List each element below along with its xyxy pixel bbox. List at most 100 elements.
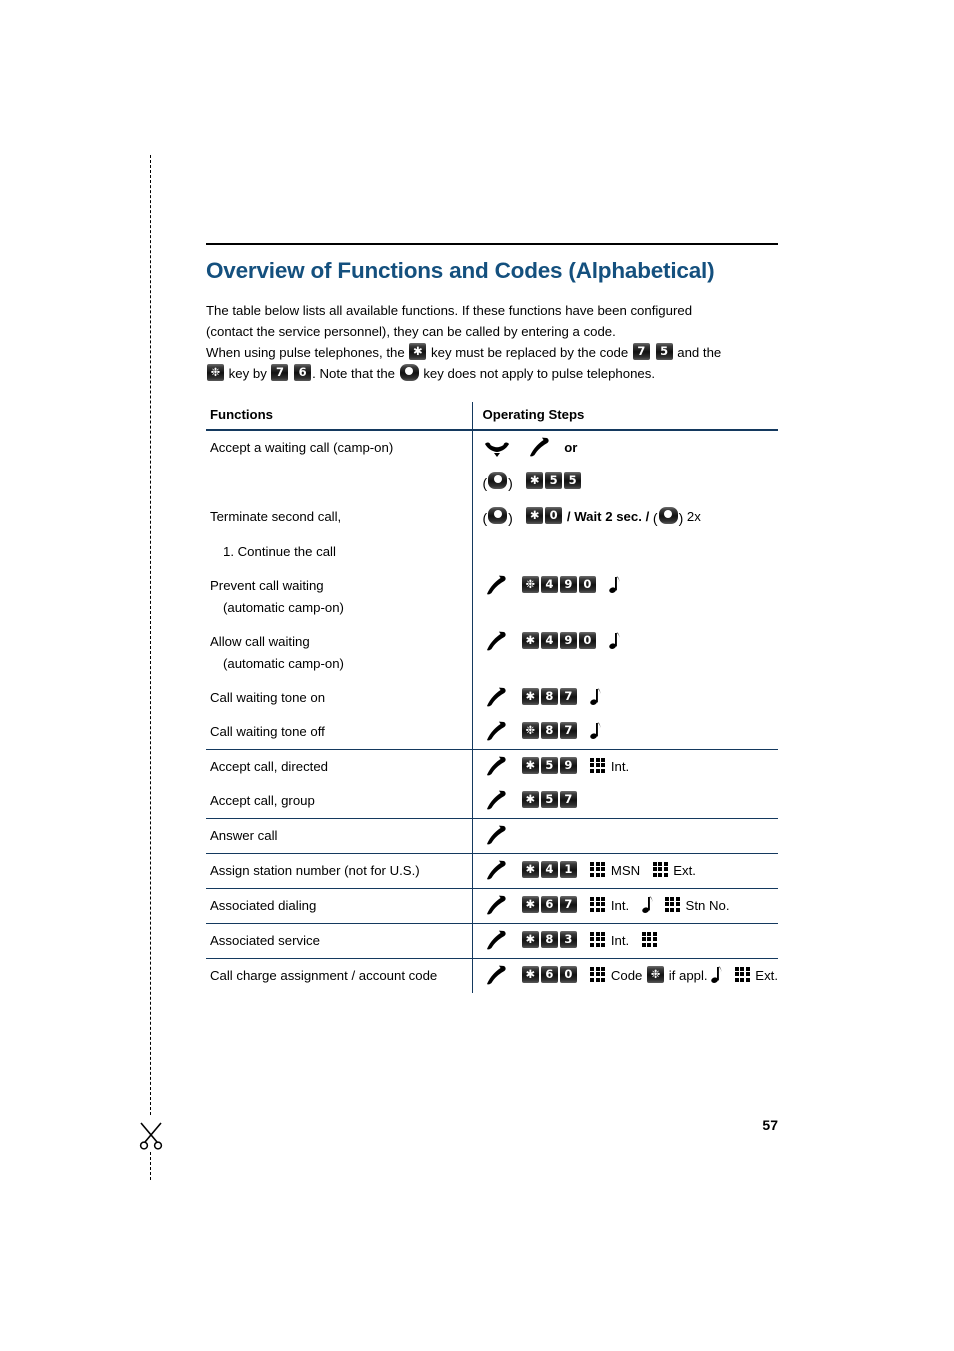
functions-codes-table: Functions Operating Steps Accept a waiti… bbox=[206, 401, 778, 993]
digit-key-icon: 4 bbox=[540, 631, 558, 649]
row-operating-steps: or bbox=[471, 429, 778, 465]
hash-key-icon: ❉ bbox=[521, 721, 539, 739]
table-row: Assign station number (not for U.S.) ✱ 4 1… bbox=[206, 852, 778, 889]
digit-key-icon: 6 bbox=[540, 965, 558, 983]
table-header-row: Functions Operating Steps bbox=[206, 401, 778, 431]
digit-key-icon: 0 bbox=[578, 575, 596, 593]
intro-line-3-b: key must be replaced by the code bbox=[431, 344, 629, 360]
table-row: Allow call waiting (automatic camp-on) ✱… bbox=[206, 624, 778, 681]
table-row: Answer call bbox=[206, 817, 778, 854]
intro-line-3: When using pulse telephones, the ✱ key m… bbox=[206, 342, 778, 363]
document-page: Overview of Functions and Codes (Alphabe… bbox=[0, 0, 954, 1351]
column-header-functions: Functions bbox=[206, 401, 472, 431]
tone-note-icon bbox=[641, 895, 652, 913]
steps-text-or: or bbox=[564, 439, 578, 455]
star-key-icon: ✱ bbox=[521, 631, 539, 649]
row-function-label: Call waiting tone off bbox=[210, 723, 325, 739]
digit-key-icon: 6 bbox=[540, 895, 558, 913]
intro-line-4-c: key does not apply to pulse telephones. bbox=[423, 365, 656, 381]
digit-key-icon: 5 bbox=[564, 471, 582, 489]
row-function-label: Accept a waiting call (camp-on) bbox=[210, 439, 394, 455]
steps-repeat-label: 2x bbox=[686, 508, 701, 524]
keypad-icon bbox=[652, 861, 670, 879]
intro-line-4-a: key by bbox=[228, 365, 267, 381]
page-number: 57 bbox=[762, 1117, 778, 1133]
intro-paragraph: The table below lists all available func… bbox=[206, 300, 778, 384]
table-row: Associated service ✱ 8 3 Int. bbox=[206, 922, 778, 959]
keypad-icon bbox=[641, 931, 659, 949]
steps-text-code: Code bbox=[610, 967, 643, 983]
hash-key-icon: ❉ bbox=[207, 363, 224, 381]
digit-key-icon: 7 bbox=[559, 721, 577, 739]
star-key-icon: ✱ bbox=[521, 860, 539, 878]
intro-line-1: The table below lists all available func… bbox=[206, 302, 693, 318]
row-operating-steps bbox=[471, 534, 778, 569]
dot-key-icon bbox=[658, 506, 678, 524]
row-operating-steps: ❉ 8 7 bbox=[471, 714, 778, 750]
tone-note-icon bbox=[609, 575, 620, 593]
page-title: Overview of Functions and Codes (Alphabe… bbox=[206, 258, 715, 283]
row-operating-steps: ❉ 4 9 0 bbox=[471, 568, 778, 625]
digit-key-icon: 4 bbox=[540, 575, 558, 593]
table-row: Call waiting tone on ✱ 8 7 bbox=[206, 680, 778, 715]
table-row: Accept call, directed ✱ 5 9 Int. bbox=[206, 748, 778, 784]
digit-key-icon: 5 bbox=[540, 790, 558, 808]
digit-key-icon: 4 bbox=[540, 860, 558, 878]
row-function-label: Accept call, directed bbox=[206, 748, 472, 784]
handset-lift-icon bbox=[486, 721, 506, 741]
star-key-icon: ✱ bbox=[521, 790, 539, 808]
handset-lift-icon bbox=[486, 825, 506, 845]
digit-key-icon: 9 bbox=[559, 631, 577, 649]
digit-key-icon: 0 bbox=[545, 506, 563, 524]
handset-lift-icon bbox=[486, 756, 506, 776]
digit-key-icon: 5 bbox=[540, 756, 558, 774]
content-column: Overview of Functions and Codes (Alphabe… bbox=[206, 243, 778, 993]
tone-note-icon bbox=[711, 965, 722, 983]
tone-note-icon bbox=[590, 687, 601, 705]
row-function-label: Allow call waiting (automatic camp-on) bbox=[210, 633, 344, 671]
steps-text-if-appl: if appl. bbox=[668, 967, 708, 983]
digit-key-icon: 5 bbox=[545, 471, 563, 489]
handset-lift-icon bbox=[486, 930, 506, 950]
keypad-icon bbox=[590, 757, 607, 775]
tone-note-icon bbox=[590, 721, 601, 739]
open-paren: ( bbox=[482, 509, 488, 526]
digit-key-icon: 8 bbox=[540, 721, 558, 739]
row-function-label: Prevent call waiting (automatic camp-on) bbox=[210, 577, 344, 615]
digit-key-7-icon: 7 bbox=[632, 342, 650, 360]
handset-lift-icon bbox=[486, 860, 506, 880]
digit-key-icon: 9 bbox=[559, 756, 577, 774]
steps-text-stn-no: Stn No. bbox=[685, 897, 730, 913]
column-header-operating-steps: Operating Steps bbox=[471, 401, 778, 431]
row-operating-steps: ✱ 6 7 Int. Stn No. bbox=[471, 887, 778, 924]
row-function-label: Call charge assignment / account code bbox=[206, 957, 472, 993]
star-key-icon: ✱ bbox=[521, 687, 539, 705]
keypad-icon bbox=[590, 861, 607, 879]
row-operating-steps: ✱ 5 9 Int. bbox=[471, 748, 778, 784]
top-rule bbox=[206, 243, 778, 245]
digit-key-icon: 8 bbox=[540, 930, 558, 948]
close-paren: ) bbox=[508, 509, 513, 526]
table-row: Associated dialing ✱ 6 7 Int. Stn No. bbox=[206, 887, 778, 924]
steps-text-int: Int. bbox=[610, 932, 630, 948]
table-row: Call charge assignment / account code ✱ 6… bbox=[206, 957, 778, 993]
row-operating-steps: ✱ 6 0 Code ❉ if appl. Ext. bbox=[471, 957, 778, 993]
row-function-label: Call waiting tone on bbox=[210, 689, 326, 705]
digit-key-icon: 7 bbox=[559, 687, 577, 705]
steps-text-ext: Ext. bbox=[673, 862, 696, 878]
row-operating-steps: ✱ 5 7 bbox=[471, 783, 778, 819]
steps-separator-2: / bbox=[645, 508, 650, 524]
row-function-label bbox=[206, 465, 472, 500]
row-operating-steps: () ✱ 5 5 bbox=[471, 464, 778, 500]
intro-line-3-c: and the bbox=[677, 344, 722, 360]
row-function-label: Assign station number (not for U.S.) bbox=[206, 852, 472, 889]
row-operating-steps: ✱ 8 3 Int. bbox=[471, 922, 778, 959]
row-operating-steps bbox=[471, 817, 778, 854]
keypad-icon bbox=[590, 896, 607, 914]
row-function-label: Associated service bbox=[206, 922, 472, 959]
row-function-label: Associated dialing bbox=[206, 887, 472, 924]
handset-lift-icon bbox=[486, 575, 506, 595]
intro-line-3-a: When using pulse telephones, the bbox=[206, 344, 405, 360]
digit-key-7b-icon: 7 bbox=[271, 363, 289, 381]
dot-key-icon bbox=[488, 471, 508, 489]
